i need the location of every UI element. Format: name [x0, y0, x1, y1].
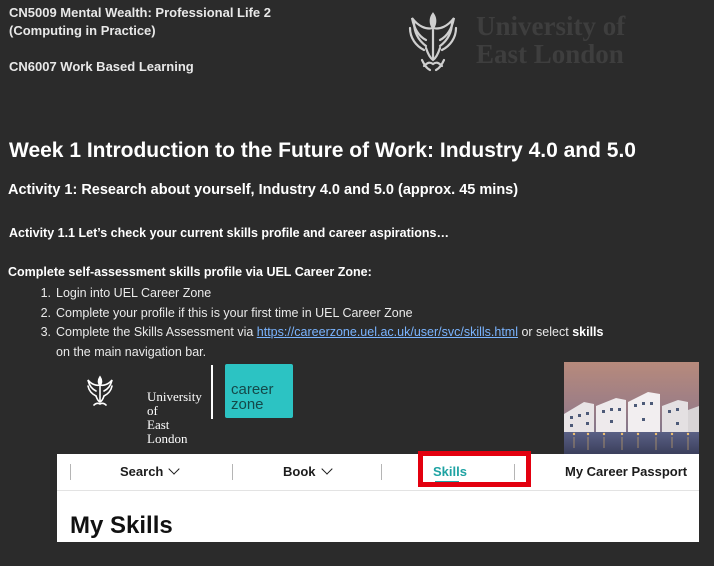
step-text: on the main navigation bar.: [56, 344, 207, 359]
sub-activity-title: Activity 1.1 Let’s check your current sk…: [9, 226, 449, 240]
step-text: Login into UEL Career Zone: [56, 286, 212, 300]
step-text: or select: [518, 325, 573, 339]
step-number: 3.: [40, 325, 51, 339]
instruction-text: Complete self-assessment skills profile …: [8, 265, 372, 279]
nav-divider: [381, 464, 382, 480]
nav-item-my-career-passport[interactable]: My Career Passport: [565, 464, 687, 479]
nav-item-book[interactable]: Book: [283, 463, 333, 479]
course-code-line-2: (Computing in Practice): [9, 23, 156, 38]
skills-assessment-link[interactable]: https://careerzone.uel.ac.uk/user/svc/sk…: [257, 325, 518, 339]
careerzone-banner: University of East London career zone: [57, 362, 699, 454]
course-header: CN5009 Mental Wealth: Professional Life …: [9, 4, 271, 76]
uel-name: University of East London: [147, 389, 202, 446]
week-title: Week 1 Introduction to the Future of Wor…: [9, 139, 636, 162]
skills-highlight-box: [418, 451, 531, 487]
careerzone-logo: career zone: [225, 364, 293, 418]
university-logo: University of East London: [404, 8, 644, 74]
list-item: 1. Login into UEL Career Zone: [41, 284, 656, 304]
page-title: My Skills: [70, 512, 173, 539]
step-number: 1.: [40, 286, 51, 300]
uel-logo: University of East London: [85, 374, 205, 446]
step-text: Complete your profile if this is your fi…: [56, 305, 413, 320]
list-item: 2. Complete your profile if this is your…: [41, 304, 656, 324]
nav-item-search[interactable]: Search: [120, 463, 181, 479]
chevron-down-icon: [320, 463, 333, 475]
nav-divider: [232, 464, 233, 480]
griffin-crest-icon: [87, 375, 113, 406]
griffin-crest-icon: [408, 12, 458, 72]
logo-divider: [211, 365, 213, 419]
chevron-down-icon: [168, 463, 181, 475]
list-item: 3. Complete the Skills Assessment via ht…: [41, 323, 656, 362]
step-text: Complete the Skills Assessment via: [56, 325, 257, 339]
careerzone-skills-page: Search Book Skills My Career Passport My…: [57, 451, 699, 542]
nav-divider: [70, 464, 71, 480]
course-code-line-1: CN5009 Mental Wealth: Professional Life …: [9, 5, 271, 20]
careerzone-logo-text: career zone: [231, 381, 274, 413]
activity-title: Activity 1: Research about yourself, Ind…: [8, 182, 519, 198]
course-code-line-3: CN6007 Work Based Learning: [9, 59, 194, 74]
main-navigation-bar: Search Book Skills My Career Passport: [57, 451, 699, 491]
step-number: 2.: [40, 305, 51, 320]
skills-keyword: skills: [572, 325, 604, 339]
steps-list: 1. Login into UEL Career Zone 2. Complet…: [41, 284, 656, 362]
university-logo-wordmark: University of East London: [476, 11, 626, 69]
campus-photo: [564, 362, 699, 454]
